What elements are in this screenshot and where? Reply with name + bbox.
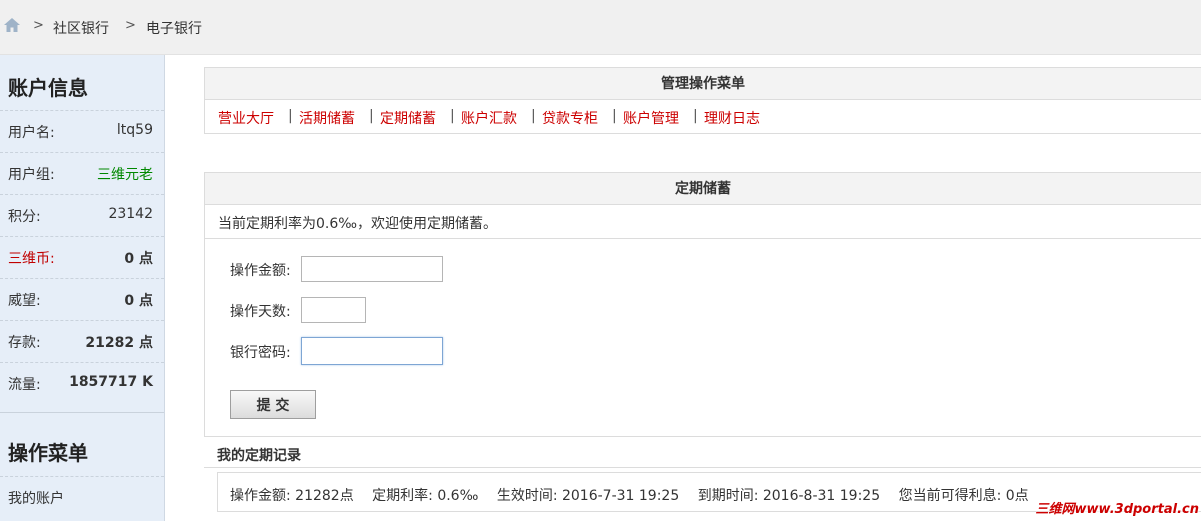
days-input[interactable] [301, 297, 366, 323]
record-start-time: 生效时间: 2016-7-31 19:25 [496, 488, 680, 504]
rate-notice-row: 当前定期利率为0.6‰，欢迎使用定期储蓄。 [204, 205, 1201, 239]
menu-link-lobby[interactable]: 营业大厅 [218, 108, 274, 128]
traffic-value: 1857717 K [69, 374, 153, 390]
breadcrumb-separator: > [125, 18, 136, 33]
breadcrumb-separator: > [33, 18, 44, 33]
record-line: 操作金额: 21282点 定期利率: 0.6‰ 生效时间: 2016-7-31 … [230, 485, 1043, 505]
breadcrumb-bar: > 社区银行 > 电子银行 [0, 0, 1201, 55]
sidebar: 账户信息 用户名: ltq59 用户组: 三维元老 积分: 23142 三维币:… [0, 55, 165, 521]
account-row-traffic: 流量: 1857717 K [0, 362, 164, 404]
account-row-usergroup: 用户组: 三维元老 [0, 152, 164, 194]
rate-notice: 当前定期利率为0.6‰，欢迎使用定期储蓄。 [218, 216, 498, 232]
days-label: 操作天数: [230, 304, 291, 320]
prestige-value: 0 点 [124, 293, 153, 309]
coins-value: 0 点 [124, 251, 153, 267]
sidebar-divider [0, 412, 164, 413]
menu-link-loans[interactable]: 贷款专柜 [542, 108, 598, 128]
record-amount: 操作金额: 21282点 [230, 488, 354, 504]
points-label: 积分: [8, 209, 41, 225]
amount-input[interactable] [301, 256, 443, 282]
menu-panel-title: 管理操作菜单 [204, 67, 1201, 100]
breadcrumb-item-e-bank[interactable]: 电子银行 [146, 18, 202, 38]
operation-menu-title: 操作菜单 [8, 441, 88, 465]
submit-button[interactable]: 提 交 [230, 390, 316, 419]
prestige-label: 威望: [8, 293, 41, 309]
menu-link-account-management[interactable]: 账户管理 [623, 108, 679, 128]
account-row-deposit: 存款: 21282 点 [0, 320, 164, 362]
site-watermark: 三维网www.3dportal.cn [1035, 498, 1199, 517]
password-label: 银行密码: [230, 345, 291, 361]
deposit-label: 存款: [8, 335, 41, 351]
bank-password-input[interactable] [301, 337, 443, 365]
menu-separator: | [450, 108, 455, 124]
fixed-deposit-form: 操作金额: 操作天数: 银行密码: 提 交 [204, 239, 1201, 437]
usergroup-value: 三维元老 [97, 167, 153, 183]
home-icon[interactable] [3, 17, 21, 33]
deposit-value: 21282 点 [85, 335, 153, 351]
account-row-coins: 三维币: 0 点 [0, 236, 164, 278]
record-interest: 您当前可得利息: 0点 [898, 488, 1029, 504]
menu-link-finance-log[interactable]: 理财日志 [704, 108, 760, 128]
menu-separator: | [693, 108, 698, 124]
menu-link-fixed-deposit[interactable]: 定期储蓄 [380, 108, 436, 128]
operation-menu-bar: 营业大厅 | 活期储蓄 | 定期储蓄 | 账户汇款 | 贷款专柜 | 账户管理 … [204, 100, 1201, 134]
menu-separator: | [288, 108, 293, 124]
points-value: 23142 [108, 206, 153, 222]
account-row-username: 用户名: ltq59 [0, 110, 164, 152]
usergroup-label: 用户组: [8, 167, 55, 183]
my-fixed-records-title: 我的定期记录 [217, 448, 301, 464]
menu-link-remittance[interactable]: 账户汇款 [461, 108, 517, 128]
username-value: ltq59 [116, 122, 153, 138]
record-rate: 定期利率: 0.6‰ [372, 488, 479, 504]
menu-separator: | [531, 108, 536, 124]
username-label: 用户名: [8, 125, 55, 141]
fixed-deposit-panel-title: 定期储蓄 [204, 172, 1201, 205]
account-info-title: 账户信息 [8, 76, 88, 100]
breadcrumb-item-community-bank[interactable]: 社区银行 [53, 18, 109, 38]
coins-label: 三维币: [8, 251, 55, 267]
account-row-prestige: 威望: 0 点 [0, 278, 164, 320]
menu-separator: | [369, 108, 374, 124]
account-row-points: 积分: 23142 [0, 194, 164, 236]
sidebar-item-my-account[interactable]: 我的账户 [0, 476, 164, 518]
sidebar-item-label[interactable]: 我的账户 [8, 488, 64, 508]
record-end-time: 到期时间: 2016-8-31 19:25 [697, 488, 881, 504]
amount-label: 操作金额: [230, 263, 291, 279]
records-divider [204, 467, 1201, 468]
menu-link-demand-deposit[interactable]: 活期储蓄 [299, 108, 355, 128]
menu-separator: | [612, 108, 617, 124]
traffic-label: 流量: [8, 377, 41, 393]
